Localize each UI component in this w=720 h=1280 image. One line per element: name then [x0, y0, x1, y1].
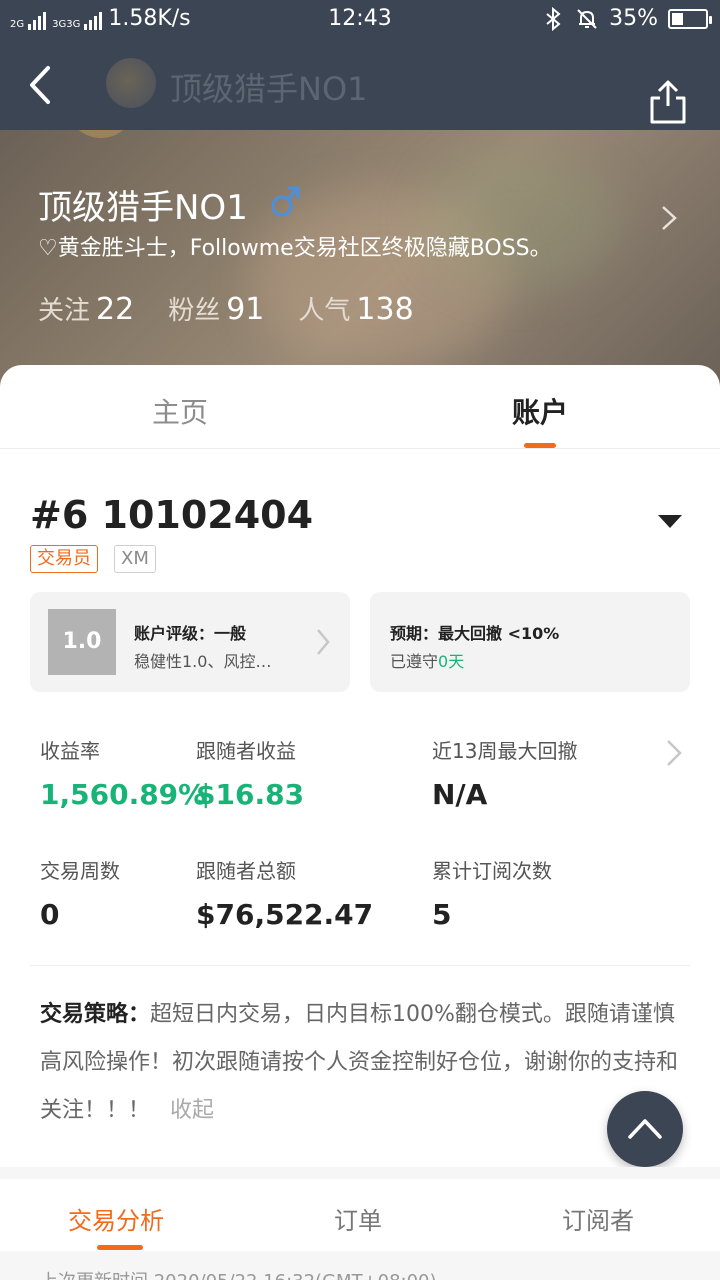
stat-label: 跟随者收益	[196, 739, 296, 763]
profile-name: 顶级猎手NO1	[38, 188, 248, 228]
battery-fill	[672, 12, 683, 25]
nav-avatar	[106, 58, 156, 108]
stat-value: 1,560.89%	[40, 778, 207, 811]
profile-stats: 关注 22 粉丝 91 人气 138	[38, 290, 414, 327]
update-time: 上次更新时间 2020/05/22 16:32(GMT+08:00)	[40, 1267, 437, 1280]
status-right: 35%	[543, 6, 712, 31]
chevron-right-icon	[317, 629, 330, 655]
broker-tag: XM	[114, 545, 156, 573]
stat-value: $16.83	[196, 778, 305, 811]
stat-label: 近13周最大回撤	[432, 739, 578, 763]
popularity-count: 138	[356, 292, 414, 327]
male-icon	[271, 186, 300, 217]
nav-bar: 顶级猎手NO1	[0, 40, 720, 130]
collapse-link[interactable]: 收起	[170, 1098, 214, 1123]
strategy-label: 交易策略：	[40, 1002, 151, 1027]
status-bar: 2G 3G3G 1.58K/s 12:43 35%	[0, 0, 720, 40]
stat-value: N/A	[432, 778, 488, 811]
chevron-left-icon[interactable]	[22, 62, 62, 108]
stat-value: 5	[432, 898, 452, 931]
avatar	[66, 130, 136, 138]
following-stat[interactable]: 关注 22	[38, 290, 134, 327]
mute-bell-icon	[577, 8, 597, 29]
account-id: #6 10102404	[30, 493, 314, 537]
expectation-prefix: 已遵守	[390, 652, 439, 671]
background-blur-2	[420, 150, 620, 290]
chevron-up-icon	[628, 1119, 662, 1139]
followers-label: 粉丝	[168, 296, 221, 326]
followers-count: 91	[226, 292, 265, 327]
expectation-box: 预期：最大回撤 <10% 已遵守0天	[370, 592, 690, 692]
strategy-text: 交易策略：超短日内交易，日内目标100%翻仓模式。跟随请谨慎高风险操作！初次跟随…	[40, 991, 690, 1135]
caret-down-icon[interactable]	[658, 513, 682, 529]
expectation-title: 预期：最大回撤 <10%	[390, 624, 560, 643]
profile-bio: ♡黄金胜斗士，Followme交易社区终极隐藏BOSS。	[38, 236, 552, 261]
tab-subscribers[interactable]: 订阅者	[562, 1201, 634, 1236]
chevron-right-icon[interactable]	[666, 739, 682, 767]
stat-subscriptions: 累计订阅次数 5	[432, 855, 552, 931]
trader-tag: 交易员	[30, 545, 98, 573]
tab-orders[interactable]: 订单	[334, 1201, 382, 1236]
rating-sub: 稳健性1.0、风控…	[134, 652, 272, 671]
following-label: 关注	[38, 296, 91, 326]
expectation-days: 0天	[438, 652, 465, 671]
battery-percent: 35%	[609, 6, 658, 31]
stat-label: 交易周数	[40, 859, 120, 883]
update-strip: 上次更新时间 2020/05/22 16:32(GMT+08:00)	[0, 1251, 720, 1280]
stat-label: 跟随者总额	[196, 859, 296, 883]
analysis-tabs: 交易分析 订单 订阅者	[0, 1179, 720, 1251]
stat-label: 累计订阅次数	[432, 859, 552, 883]
chevron-right-icon[interactable]	[660, 204, 678, 232]
popularity-stat: 人气 138	[298, 290, 413, 327]
tab-trade-analysis[interactable]: 交易分析	[68, 1201, 164, 1236]
bluetooth-icon	[546, 6, 561, 31]
profile-tabs: 主页 账户	[0, 365, 720, 449]
following-count: 22	[96, 292, 135, 327]
expectation-sub: 已遵守0天	[390, 648, 464, 672]
stat-label: 收益率	[40, 739, 100, 763]
section-gap	[0, 1167, 720, 1179]
tab-account[interactable]: 账户	[512, 391, 568, 431]
profile-header[interactable]: 顶级猎手NO1 ♡黄金胜斗士，Followme交易社区终极隐藏BOSS。 关注 2…	[0, 130, 720, 390]
tab-active-indicator	[524, 443, 556, 448]
rating-badge: 1.0	[48, 609, 116, 675]
stat-value: $76,522.47	[196, 898, 374, 931]
stat-max-drawdown[interactable]: 近13周最大回撤 N/A	[432, 735, 577, 811]
nav-title: 顶级猎手NO1	[170, 70, 368, 108]
stat-follower-total: 跟随者总额 $76,522.47	[196, 855, 373, 931]
followers-stat[interactable]: 粉丝 91	[168, 290, 264, 327]
divider	[30, 965, 690, 966]
share-icon[interactable]	[648, 80, 688, 124]
scroll-to-top-button[interactable]	[607, 1091, 683, 1167]
stat-trading-weeks: 交易周数 0	[40, 855, 120, 931]
stat-return-rate: 收益率 1,560.89%	[40, 735, 206, 811]
popularity-label: 人气	[298, 296, 351, 326]
subtab-active-indicator	[97, 1245, 143, 1250]
stat-follower-profit: 跟随者收益 $16.83	[196, 735, 304, 811]
battery-icon	[668, 8, 712, 29]
rating-title: 账户评级：一般	[134, 624, 247, 643]
stat-value: 0	[40, 898, 60, 931]
account-card: 主页 账户 #6 10102404 交易员 XM 1.0 账户评级：一般 稳健性…	[0, 365, 720, 1280]
account-rating-box[interactable]: 1.0 账户评级：一般 稳健性1.0、风控…	[30, 592, 350, 692]
tab-home[interactable]: 主页	[152, 391, 208, 431]
